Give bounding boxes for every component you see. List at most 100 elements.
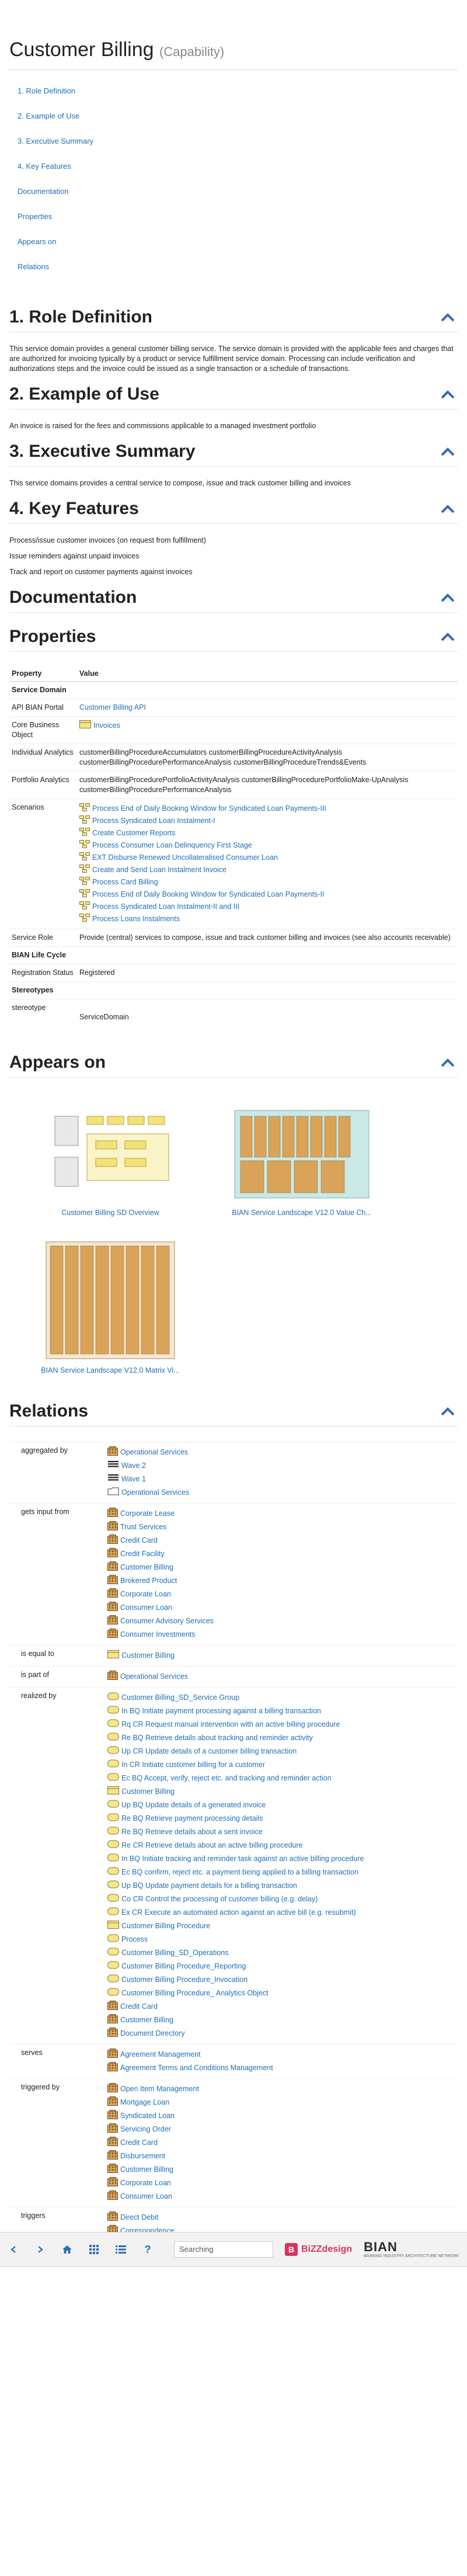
- toc-link-documentation[interactable]: Documentation: [18, 187, 68, 196]
- relation-link[interactable]: Customer Billing: [120, 1563, 173, 1572]
- toc-link-relations[interactable]: Relations: [18, 262, 49, 271]
- toc-link-example-of-use[interactable]: 2. Example of Use: [18, 112, 79, 120]
- scenario-link[interactable]: Process Syndicated Loan Instalment-II an…: [92, 902, 239, 912]
- collapse-chevron-up-icon[interactable]: [438, 628, 458, 645]
- relation-link[interactable]: Consumer Loan: [120, 1603, 172, 1613]
- relation-link[interactable]: Customer Billing_SD_Service Group: [121, 1693, 239, 1703]
- relation-item[interactable]: Wave 2: [107, 1459, 455, 1473]
- relation-item[interactable]: Customer Billing_SD_Operations: [107, 1946, 455, 1960]
- relation-link[interactable]: Agreement Terms and Conditions Managemen…: [120, 2063, 273, 2073]
- relation-link[interactable]: Direct Debit: [120, 2213, 158, 2223]
- diagram-caption-link[interactable]: Customer Billing SD Overview: [37, 1209, 183, 1217]
- relation-link[interactable]: Re CR Retrieve details about an active b…: [121, 1841, 303, 1851]
- collapse-chevron-up-icon[interactable]: [438, 386, 458, 403]
- relation-link[interactable]: Credit Facility: [120, 1549, 165, 1559]
- relation-item[interactable]: Credit Card: [107, 2000, 455, 2013]
- help-question-icon[interactable]: ?: [134, 2238, 161, 2261]
- forward-chevron-right-icon[interactable]: [27, 2238, 54, 2261]
- relation-link[interactable]: Up BQ Update details of a generated invo…: [121, 1800, 266, 1810]
- relation-link[interactable]: Wave 1: [121, 1474, 146, 1484]
- relation-item[interactable]: Disbursement: [107, 2150, 455, 2163]
- relation-item[interactable]: Direct Debit: [107, 2211, 455, 2224]
- relation-item[interactable]: Agreement Terms and Conditions Managemen…: [107, 2061, 455, 2075]
- diagram-thumbnail[interactable]: BIAN Service Landscape V12.0 Matrix Vi..…: [37, 1239, 183, 1374]
- relation-item[interactable]: Wave 1: [107, 1473, 455, 1486]
- scenario-link[interactable]: Process End of Daily Booking Window for …: [92, 804, 326, 814]
- relation-item[interactable]: Syndicated Loan: [107, 2109, 455, 2123]
- relation-item[interactable]: Corporate Loan: [107, 1588, 455, 1601]
- relation-link[interactable]: Consumer Advisory Services: [120, 1616, 214, 1626]
- relation-item[interactable]: In CR Initiate customer billing for a cu…: [107, 1758, 455, 1772]
- relation-link[interactable]: Customer Billing Procedure_Invocation: [121, 1975, 248, 1985]
- diagram-thumbnail[interactable]: BIAN Service Landscape V12.0 Value Ch...: [229, 1105, 375, 1217]
- relation-item[interactable]: Re BQ Retrieve details about tracking an…: [107, 1731, 455, 1745]
- relation-link[interactable]: Ec BQ Accept, verify, reject etc. and tr…: [121, 1773, 332, 1783]
- relation-link[interactable]: Consumer Investments: [120, 1630, 196, 1640]
- scenario-item[interactable]: Create Customer Reports: [79, 827, 455, 839]
- relation-link[interactable]: Corporate Loan: [120, 1589, 171, 1599]
- relation-link[interactable]: Customer Billing Procedure_ Analytics Ob…: [121, 1988, 269, 1998]
- relation-item[interactable]: Credit Card: [107, 1534, 455, 1547]
- toc-item[interactable]: 3. Executive Summary: [18, 137, 458, 162]
- relation-link[interactable]: Re BQ Retrieve details about tracking an…: [121, 1733, 313, 1743]
- search-input[interactable]: Searching: [174, 2241, 273, 2258]
- relation-item[interactable]: Customer Billing: [107, 1561, 455, 1574]
- relation-item[interactable]: Consumer Investments: [107, 1628, 455, 1641]
- collapse-chevron-up-icon[interactable]: [438, 500, 458, 518]
- relation-item[interactable]: Servicing Order: [107, 2123, 455, 2136]
- relation-item[interactable]: Customer Billing_SD_Service Group: [107, 1691, 455, 1704]
- relation-item[interactable]: Document Directory: [107, 2027, 455, 2040]
- scenario-link[interactable]: Process Syndicated Loan Instalment-I: [92, 816, 215, 826]
- relation-item[interactable]: Customer Billing Procedure: [107, 1919, 455, 1933]
- relation-link[interactable]: Trust Services: [120, 1522, 166, 1532]
- relation-link[interactable]: Customer Billing Procedure: [121, 1921, 210, 1931]
- relation-item[interactable]: Corporate Loan: [107, 2176, 455, 2190]
- relation-link[interactable]: Document Directory: [120, 2029, 184, 2039]
- toc-item[interactable]: 1. Role Definition: [18, 86, 458, 112]
- relation-item[interactable]: Ec BQ Accept, verify, reject etc. and tr…: [107, 1772, 455, 1785]
- relation-link[interactable]: Operational Services: [120, 1447, 188, 1457]
- relation-link[interactable]: Up BQ Update payment details for a billi…: [121, 1881, 297, 1891]
- relation-link[interactable]: Ec BQ confirm, reject etc. a payment bei…: [121, 1867, 358, 1877]
- relation-link[interactable]: Mortgage Loan: [120, 2098, 169, 2108]
- relation-link[interactable]: In CR Initiate customer billing for a cu…: [121, 1760, 265, 1770]
- relation-item[interactable]: Ec BQ confirm, reject etc. a payment bei…: [107, 1866, 455, 1879]
- scenario-link[interactable]: Process Consumer Loan Delinquency First …: [92, 841, 252, 850]
- relation-item[interactable]: Corporate Lease: [107, 1507, 455, 1520]
- relation-link[interactable]: In BQ Initiate payment processing agains…: [121, 1706, 321, 1716]
- relation-item[interactable]: Customer Billing: [107, 2163, 455, 2176]
- scenario-item[interactable]: Create and Send Loan Instalment Invoice: [79, 864, 455, 876]
- collapse-chevron-up-icon[interactable]: [438, 1402, 458, 1420]
- relation-item[interactable]: Co CR Control the processing of customer…: [107, 1893, 455, 1906]
- scenario-link[interactable]: Process End of Daily Booking Window for …: [92, 890, 324, 900]
- scenario-link[interactable]: Create Customer Reports: [92, 828, 175, 838]
- relation-item[interactable]: Ex CR Execute an automated action agains…: [107, 1906, 455, 1919]
- relation-item[interactable]: Operational Services: [107, 1486, 455, 1499]
- relation-link[interactable]: Open Item Management: [120, 2084, 199, 2094]
- relation-item[interactable]: Up BQ Update details of a generated invo…: [107, 1799, 455, 1812]
- api-portal-link[interactable]: Customer Billing API: [79, 703, 146, 711]
- relation-link[interactable]: Customer Billing: [120, 2015, 173, 2025]
- toc-link-properties[interactable]: Properties: [18, 212, 52, 221]
- toc-item[interactable]: 2. Example of Use: [18, 112, 458, 137]
- relation-item[interactable]: Rq CR Request manual intervention with a…: [107, 1718, 455, 1731]
- relation-link[interactable]: Customer Billing Procedure_Reporting: [121, 1961, 246, 1971]
- relation-item[interactable]: Customer Billing Procedure_Reporting: [107, 1960, 455, 1973]
- relation-link[interactable]: Operational Services: [120, 1672, 188, 1682]
- toc-link-appears-on[interactable]: Appears on: [18, 237, 57, 246]
- relation-link[interactable]: Re BQ Retrieve details about a sent invo…: [121, 1827, 263, 1837]
- relation-link[interactable]: Consumer Loan: [120, 2192, 172, 2202]
- relation-item[interactable]: Up CR Update details of a customer billi…: [107, 1745, 455, 1758]
- relation-item[interactable]: Consumer Loan: [107, 2190, 455, 2203]
- grid-icon[interactable]: [81, 2238, 107, 2261]
- core-business-object-link[interactable]: Invoices: [93, 721, 120, 730]
- collapse-chevron-up-icon[interactable]: [438, 1054, 458, 1071]
- relation-item[interactable]: Operational Services: [107, 1446, 455, 1459]
- toc-item[interactable]: Properties: [18, 212, 458, 237]
- relation-item[interactable]: Customer Billing Procedure_Invocation: [107, 1973, 455, 1987]
- diagram-preview-image[interactable]: [229, 1105, 375, 1204]
- relation-item[interactable]: Re BQ Retrieve payment processing detail…: [107, 1812, 455, 1825]
- scenario-item[interactable]: Process End of Daily Booking Window for …: [79, 803, 455, 815]
- diagram-thumbnail[interactable]: Customer Billing SD Overview: [37, 1105, 183, 1217]
- relation-item[interactable]: Customer Billing: [107, 1785, 455, 1799]
